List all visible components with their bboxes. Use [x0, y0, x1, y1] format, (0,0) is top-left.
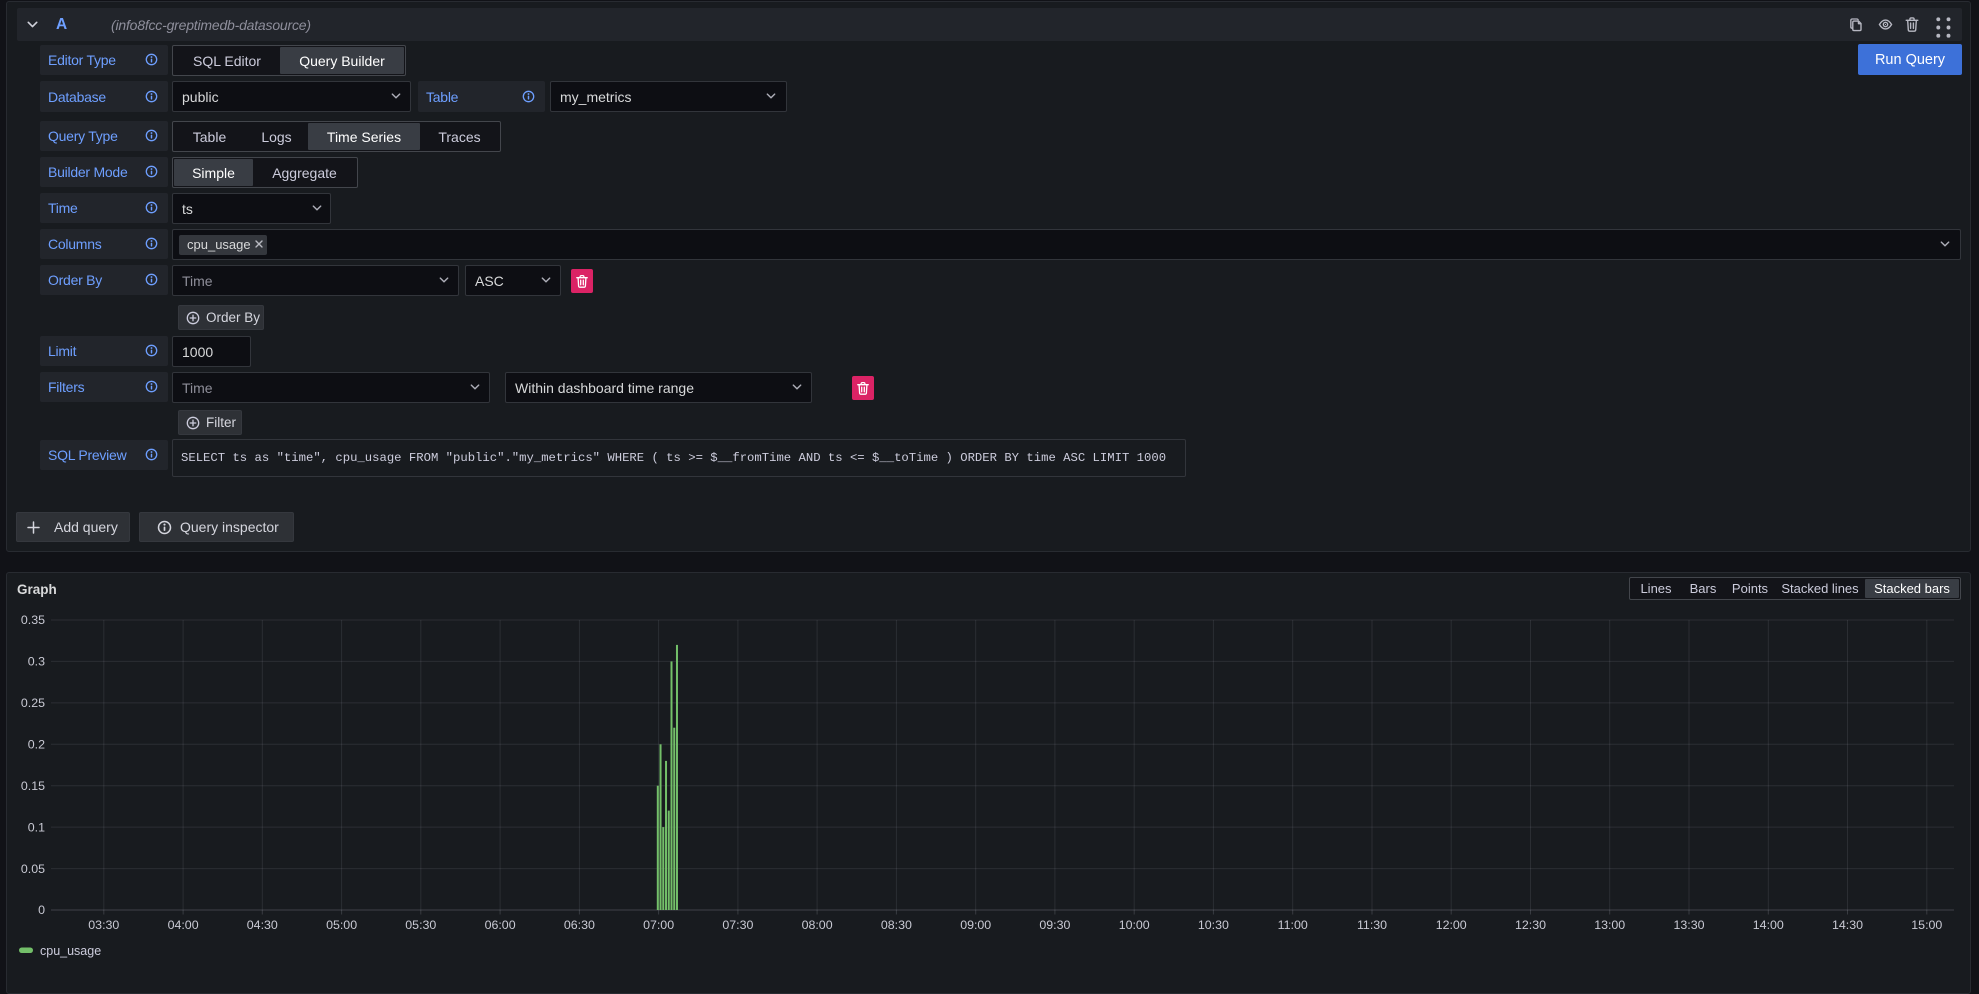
svg-text:13:30: 13:30: [1673, 918, 1704, 932]
svg-text:0.1: 0.1: [28, 820, 45, 834]
svg-text:0: 0: [38, 903, 45, 917]
svg-text:07:00: 07:00: [643, 918, 674, 932]
svg-text:03:30: 03:30: [88, 918, 119, 932]
svg-text:10:00: 10:00: [1119, 918, 1150, 932]
svg-text:05:00: 05:00: [326, 918, 357, 932]
svg-text:08:00: 08:00: [802, 918, 833, 932]
svg-text:13:00: 13:00: [1594, 918, 1625, 932]
svg-text:09:30: 09:30: [1039, 918, 1070, 932]
svg-text:06:00: 06:00: [485, 918, 516, 932]
svg-text:0.3: 0.3: [28, 655, 45, 669]
svg-text:05:30: 05:30: [405, 918, 436, 932]
svg-text:15:00: 15:00: [1911, 918, 1942, 932]
svg-text:0.35: 0.35: [21, 613, 45, 627]
svg-text:12:30: 12:30: [1515, 918, 1546, 932]
svg-text:14:30: 14:30: [1832, 918, 1863, 932]
svg-text:14:00: 14:00: [1753, 918, 1784, 932]
svg-text:07:30: 07:30: [722, 918, 753, 932]
svg-text:cpu_usage: cpu_usage: [40, 944, 101, 958]
svg-text:04:00: 04:00: [168, 918, 199, 932]
svg-text:0.05: 0.05: [21, 862, 45, 876]
svg-text:04:30: 04:30: [247, 918, 278, 932]
svg-text:0.15: 0.15: [21, 779, 45, 793]
svg-text:09:00: 09:00: [960, 918, 991, 932]
svg-text:11:00: 11:00: [1278, 918, 1308, 932]
svg-text:11:30: 11:30: [1357, 918, 1387, 932]
svg-text:12:00: 12:00: [1436, 918, 1467, 932]
svg-text:0.2: 0.2: [28, 738, 45, 752]
svg-text:0.25: 0.25: [21, 696, 45, 710]
svg-text:10:30: 10:30: [1198, 918, 1229, 932]
svg-text:06:30: 06:30: [564, 918, 595, 932]
svg-text:08:30: 08:30: [881, 918, 912, 932]
